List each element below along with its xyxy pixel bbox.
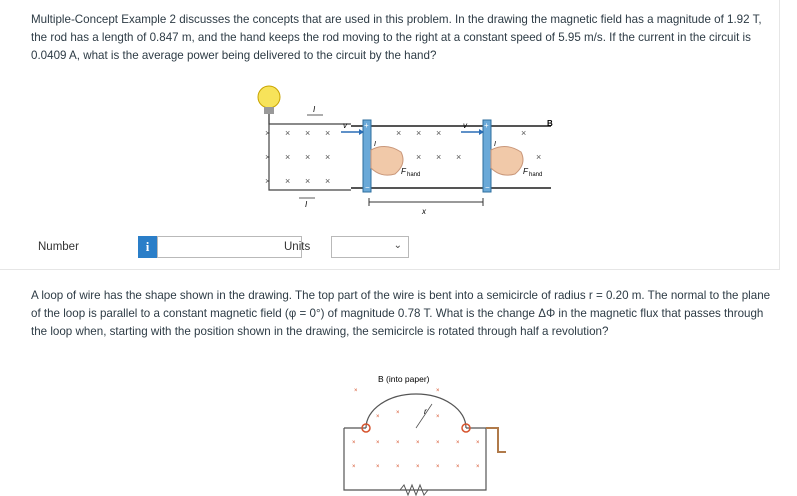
svg-text:B: B <box>547 119 553 128</box>
svg-text:I: I <box>313 105 316 114</box>
svg-text:v: v <box>343 121 348 130</box>
svg-text:×: × <box>285 128 290 138</box>
svg-text:−: − <box>485 183 490 192</box>
svg-text:×: × <box>325 128 330 138</box>
units-select[interactable]: ⌄ <box>331 236 409 258</box>
svg-text:×: × <box>456 152 461 162</box>
answer-row: Number i Units ⌄ <box>38 236 458 260</box>
svg-text:I: I <box>305 200 308 209</box>
moving-rod-figure: × × × × × × × × × × × × × × × × × × ×× + − + − v v F … <box>257 85 553 216</box>
svg-text:×: × <box>354 388 358 394</box>
question-1-text: Multiple-Concept Example 2 discusses the… <box>31 13 762 62</box>
svg-text:×: × <box>285 176 290 186</box>
semicircle-loop-figure: B (into paper) r × × × × × × × × × × × × × × × × × × × <box>343 374 506 496</box>
units-label: Units <box>284 241 311 253</box>
svg-text:×: × <box>376 464 380 470</box>
svg-text:×: × <box>416 464 420 470</box>
svg-text:hand: hand <box>407 172 420 178</box>
question-2-text: A loop of wire has the shape shown in th… <box>31 289 771 338</box>
svg-text:×: × <box>265 176 270 186</box>
svg-text:×: × <box>436 414 440 420</box>
svg-text:×: × <box>285 152 290 162</box>
svg-text:×: × <box>396 128 401 138</box>
svg-text:×: × <box>305 128 310 138</box>
svg-text:×: × <box>436 388 440 394</box>
svg-text:×: × <box>416 128 421 138</box>
svg-text:×: × <box>476 464 480 470</box>
chevron-down-icon: ⌄ <box>393 240 402 251</box>
svg-text:×: × <box>305 176 310 186</box>
svg-text:hand: hand <box>529 172 542 178</box>
svg-text:×: × <box>416 152 421 162</box>
svg-text:×: × <box>325 176 330 186</box>
svg-text:r: r <box>424 407 427 416</box>
svg-text:×: × <box>265 152 270 162</box>
svg-text:×: × <box>436 440 440 446</box>
svg-text:×: × <box>416 440 420 446</box>
number-label: Number <box>38 241 79 253</box>
svg-text:+: + <box>364 121 369 130</box>
svg-text:×: × <box>436 128 441 138</box>
number-input[interactable] <box>157 236 302 258</box>
info-icon[interactable]: i <box>138 236 157 258</box>
svg-text:×: × <box>352 464 356 470</box>
svg-text:×: × <box>476 440 480 446</box>
svg-text:×: × <box>325 152 330 162</box>
svg-text:−: − <box>365 183 370 192</box>
svg-text:×: × <box>376 440 380 446</box>
svg-text:×: × <box>265 128 270 138</box>
svg-text:×: × <box>456 440 460 446</box>
svg-text:×: × <box>396 440 400 446</box>
svg-text:×: × <box>305 152 310 162</box>
svg-text:×: × <box>376 414 380 420</box>
svg-text:×: × <box>436 152 441 162</box>
light-bulb-icon <box>257 85 281 114</box>
svg-text:I: I <box>374 141 376 148</box>
svg-text:x: x <box>421 207 427 216</box>
svg-text:×: × <box>436 464 440 470</box>
svg-text:I: I <box>494 141 496 148</box>
svg-text:×: × <box>536 152 541 162</box>
b-field-label: B (into paper) <box>378 374 430 384</box>
svg-text:×: × <box>396 410 400 416</box>
svg-text:×: × <box>521 128 526 138</box>
svg-text:×: × <box>396 464 400 470</box>
svg-text:+: + <box>484 121 489 130</box>
svg-text:×: × <box>352 440 356 446</box>
svg-text:×: × <box>456 464 460 470</box>
